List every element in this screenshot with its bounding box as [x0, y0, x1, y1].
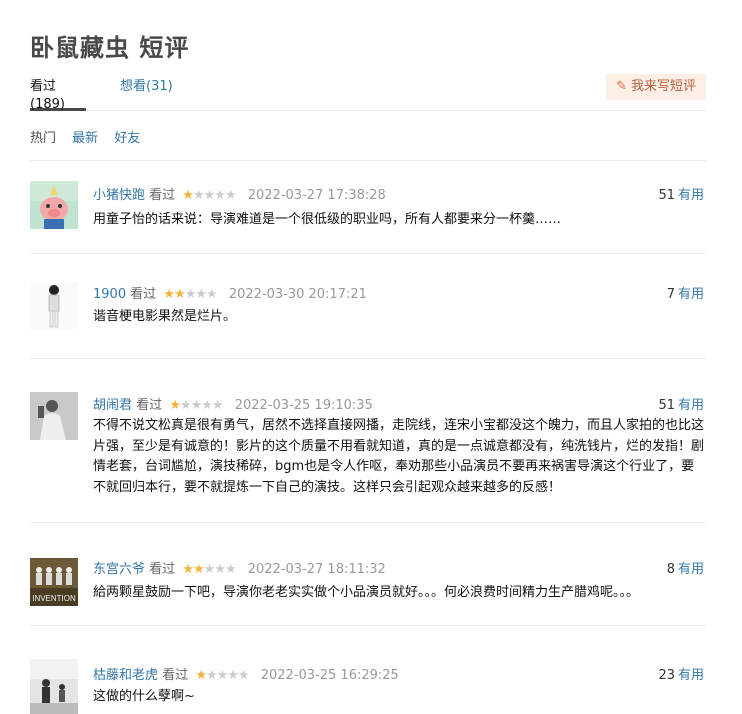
vote-number: 8: [666, 562, 675, 577]
vote-number: 51: [658, 188, 675, 203]
vote-number: 23: [658, 668, 675, 683]
watch-status: 看过: [162, 668, 189, 683]
comment-time: 2022-03-25 19:10:35: [234, 398, 373, 413]
comment-time: 2022-03-30 20:17:21: [228, 287, 367, 302]
tab-want-to-watch[interactable]: 想看(31): [120, 78, 173, 111]
rating-stars: ★★★★★: [182, 562, 236, 577]
comment-time: 2022-03-25 16:29:25: [260, 668, 399, 683]
sort-filters: 热门 最新 好友: [30, 127, 152, 146]
comment-item: 1900 看过 ★★★★★ 2022-03-30 20:17:21 7 有用 谐音…: [30, 254, 706, 359]
comment-user[interactable]: 枯藤和老虎: [93, 668, 158, 683]
vote-count: 23 有用: [658, 664, 704, 683]
write-review-label: 我来写短评: [630, 79, 696, 94]
comment-item: 枯藤和老虎 看过 ★★★★★ 2022-03-25 16:29:25 23 有用 …: [30, 626, 706, 714]
tab-bar: 看过(189) 想看(31) ✎ 我来写短评: [30, 74, 706, 112]
watch-status: 看过: [136, 398, 163, 413]
comment-text: 不得不说文松真是很有勇气，居然不选择直接网播，走院线，连宋小宝都没这个魄力，而且…: [93, 418, 705, 495]
comment-time: 2022-03-27 18:11:32: [247, 562, 386, 577]
avatar[interactable]: INVENTION: [30, 558, 78, 606]
filter-friends[interactable]: 好友: [114, 131, 140, 146]
useful-button[interactable]: 有用: [678, 398, 704, 413]
avatar[interactable]: [30, 181, 78, 229]
useful-button[interactable]: 有用: [678, 668, 704, 683]
vote-count: 7 有用: [667, 283, 704, 302]
watch-status: 看过: [149, 562, 176, 577]
comment-text: 这做的什么孽啊~: [93, 689, 195, 704]
comment-time: 2022-03-27 17:38:28: [247, 188, 386, 203]
comment-user[interactable]: 1900: [93, 287, 126, 302]
tab-watched[interactable]: 看过(189): [30, 78, 86, 112]
vote-count: 51 有用: [658, 184, 704, 203]
comment-item: 胡闹君 看过 ★★★★★ 2022-03-25 19:10:35 51 有用 不得…: [30, 359, 706, 523]
avatar[interactable]: [30, 282, 78, 330]
useful-button[interactable]: 有用: [678, 562, 704, 577]
page-title: 卧鼠藏虫 短评: [30, 34, 190, 62]
comment-text: 谐音梗电影果然是烂片。: [93, 309, 237, 324]
vote-number: 7: [666, 287, 675, 302]
comment-meta: 东宫六爷 看过 ★★★★★ 2022-03-27 18:11:32: [93, 558, 386, 577]
rating-stars: ★★★★★: [195, 668, 249, 683]
comment-user[interactable]: 小猪快跑: [93, 188, 145, 203]
useful-button[interactable]: 有用: [678, 188, 704, 203]
comment-user[interactable]: 胡闹君: [93, 398, 132, 413]
comment-meta: 小猪快跑 看过 ★★★★★ 2022-03-27 17:38:28: [93, 184, 386, 203]
filter-hot[interactable]: 热门: [30, 131, 56, 146]
avatar[interactable]: [30, 659, 78, 714]
avatar[interactable]: [30, 392, 78, 440]
useful-button[interactable]: 有用: [678, 287, 704, 302]
write-review-button[interactable]: ✎ 我来写短评: [606, 74, 706, 100]
filter-latest[interactable]: 最新: [72, 131, 98, 146]
avatar-text: INVENTION: [32, 594, 76, 603]
vote-count: 8 有用: [667, 558, 704, 577]
comment-meta: 1900 看过 ★★★★★ 2022-03-30 20:17:21: [93, 283, 367, 302]
comment-list: 小猪快跑 看过 ★★★★★ 2022-03-27 17:38:28 51 有用 用…: [30, 160, 706, 714]
pencil-icon: ✎: [616, 79, 627, 94]
rating-stars: ★★★★★: [163, 287, 217, 302]
comment-user[interactable]: 东宫六爷: [93, 562, 145, 577]
vote-number: 51: [658, 398, 675, 413]
rating-stars: ★★★★★: [169, 398, 223, 413]
comment-meta: 枯藤和老虎 看过 ★★★★★ 2022-03-25 16:29:25: [93, 664, 399, 683]
comment-meta: 胡闹君 看过 ★★★★★ 2022-03-25 19:10:35: [93, 394, 373, 413]
comment-text: 用童子怡的话来说：导演难道是一个很低级的职业吗，所有人都要来分一杯羹……: [93, 212, 562, 227]
comment-text: 給两颗星鼓励一下吧，导演你老老实实做个小品演员就好。。。何必浪费时间精力生产腊鸡…: [93, 585, 640, 600]
comment-item: INVENTION 东宫六爷 看过 ★★★★★ 2022-03-27 18:11…: [30, 523, 706, 626]
watch-status: 看过: [149, 188, 176, 203]
vote-count: 51 有用: [658, 394, 704, 413]
watch-status: 看过: [130, 287, 157, 302]
comment-item: 小猪快跑 看过 ★★★★★ 2022-03-27 17:38:28 51 有用 用…: [30, 161, 706, 254]
rating-stars: ★★★★★: [182, 188, 236, 203]
